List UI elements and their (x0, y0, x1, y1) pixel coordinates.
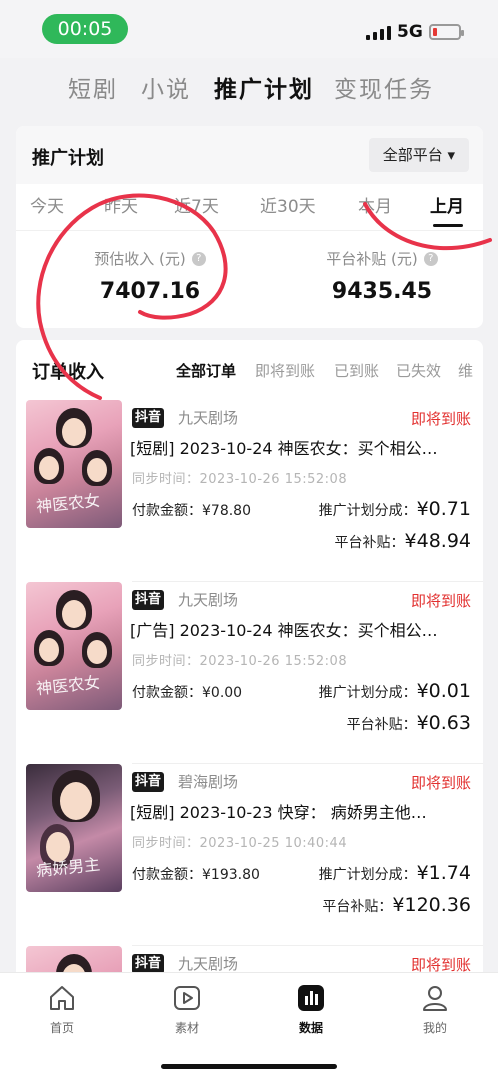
period-last-month[interactable]: 上月 (430, 192, 464, 217)
period-today[interactable]: 今天 (30, 192, 64, 217)
period-7days[interactable]: 近7天 (174, 192, 219, 217)
status-bar: 00:05 5G (0, 0, 498, 58)
filter-received[interactable]: 已到账 (334, 360, 379, 381)
platform-select[interactable]: 全部平台 ▾ (368, 138, 469, 172)
stat-value: 7407.16 (99, 279, 201, 304)
signal-icon (366, 24, 391, 40)
nav-home[interactable]: 首页 (22, 983, 102, 1036)
network-label: 5G (397, 22, 423, 42)
nav-materials[interactable]: 素材 (147, 983, 227, 1036)
stat-platform-subsidy: 平台补贴 (元) ? 9435.45 (312, 248, 452, 304)
period-tabs: 今天 昨天 近7天 近30天 本月 上月 (16, 188, 483, 232)
chart-icon (298, 985, 324, 1011)
order-income-card: 订单收入 全部订单 即将到账 已到账 已失效 维 神医农女 抖音 九天剧场 即将… (16, 340, 483, 980)
home-icon (50, 986, 74, 1010)
filter-expired[interactable]: 已失效 (396, 360, 441, 381)
stat-label: 平台补贴 (元) (326, 250, 418, 268)
drama-title: [短剧] 2023-10-24 神医农女：买个相公… (130, 439, 438, 458)
period-30days[interactable]: 近30天 (260, 192, 316, 217)
filter-pending[interactable]: 即将到账 (255, 360, 315, 381)
nav-mine[interactable]: 我的 (395, 983, 475, 1036)
drama-cover-image: 神医农女 (26, 400, 122, 528)
person-icon (423, 986, 447, 1011)
help-icon[interactable]: ? (423, 251, 438, 266)
play-icon (174, 986, 200, 1010)
divider (16, 230, 483, 231)
nav-label: 数据 (298, 1021, 323, 1035)
drama-cover-image: 病娇男主 (26, 764, 122, 892)
platform-tag: 抖音 (132, 954, 165, 974)
platform-tag: 抖音 (132, 408, 165, 428)
drama-title: [短剧] 2023-10-23 快穿： 病娇男主他… (130, 803, 427, 822)
plan-share: 推广计划分成：¥1.74 (318, 862, 471, 884)
sync-time: 同步时间：2023-10-26 15:52:08 (132, 472, 348, 487)
tab-short-drama[interactable]: 短剧 (68, 70, 118, 104)
tab-monetize-task[interactable]: 变现任务 (334, 70, 434, 104)
theater-name: 九天剧场 (178, 409, 239, 427)
nav-data[interactable]: 数据 (271, 983, 351, 1036)
status-time: 00:05 (42, 14, 128, 44)
order-item[interactable]: 神医农女 抖音 九天剧场 即将到账 [广告] 2023-10-24 神医农女：买… (16, 582, 483, 764)
theater-name: 九天剧场 (178, 955, 239, 973)
nav-label: 素材 (174, 1021, 199, 1035)
order-status: 即将到账 (410, 592, 471, 610)
nav-label: 首页 (49, 1021, 74, 1035)
sync-time: 同步时间：2023-10-26 15:52:08 (132, 654, 348, 669)
theater-name: 九天剧场 (178, 591, 239, 609)
plan-header: 推广计划 全部平台 ▾ (16, 126, 483, 184)
filter-more[interactable]: 维 (458, 360, 473, 381)
battery-icon (429, 24, 464, 40)
order-title: 订单收入 (32, 362, 104, 383)
payment-amount: 付款金额：¥0.00 (132, 685, 243, 701)
theater-name: 碧海剧场 (178, 773, 239, 791)
order-item[interactable]: 病娇男主 抖音 碧海剧场 即将到账 [短剧] 2023-10-23 快穿： 病娇… (16, 764, 483, 946)
sync-time: 同步时间：2023-10-25 10:40:44 (132, 836, 348, 851)
tab-novel[interactable]: 小说 (141, 70, 191, 104)
period-this-month[interactable]: 本月 (358, 192, 392, 217)
platform-subsidy: 平台补贴：¥120.36 (322, 894, 471, 916)
cover-title-art: 神医农女 (35, 672, 101, 699)
platform-tag: 抖音 (132, 590, 165, 610)
stat-label: 预估收入 (元) (94, 250, 186, 268)
help-icon[interactable]: ? (191, 251, 206, 266)
order-status: 即将到账 (410, 410, 471, 428)
nav-label: 我的 (422, 1021, 447, 1035)
tab-promotion-plan[interactable]: 推广计划 (214, 70, 314, 104)
platform-subsidy: 平台补贴：¥48.94 (334, 530, 471, 552)
drama-cover-image: 神医农女 (26, 582, 122, 710)
plan-title: 推广计划 (32, 148, 104, 169)
top-tabs: 短剧 小说 推广计划 变现任务 (0, 70, 498, 110)
period-active-indicator (433, 224, 463, 227)
cover-title-art: 病娇男主 (35, 854, 101, 881)
stat-value: 9435.45 (331, 279, 433, 304)
stat-estimated-income: 预估收入 (元) ? 7407.16 (80, 248, 220, 304)
drama-title: [广告] 2023-10-24 神医农女：买个相公… (130, 621, 438, 640)
platform-tag: 抖音 (132, 772, 165, 792)
platform-subsidy: 平台补贴：¥0.63 (346, 712, 471, 734)
plan-share: 推广计划分成：¥0.71 (318, 498, 471, 520)
plan-share: 推广计划分成：¥0.01 (318, 680, 471, 702)
period-yesterday[interactable]: 昨天 (104, 192, 138, 217)
payment-amount: 付款金额：¥193.80 (132, 867, 260, 883)
filter-all-orders[interactable]: 全部订单 (176, 360, 236, 381)
order-status: 即将到账 (410, 774, 471, 792)
order-item[interactable]: 神医农女 抖音 九天剧场 即将到账 [短剧] 2023-10-24 神医农女：买… (16, 400, 483, 582)
payment-amount: 付款金额：¥78.80 (132, 503, 251, 519)
cover-title-art: 神医农女 (35, 490, 101, 517)
home-indicator (161, 1064, 337, 1069)
promotion-plan-card: 推广计划 全部平台 ▾ 今天 昨天 近7天 近30天 本月 上月 预估收入 (元… (16, 126, 483, 328)
